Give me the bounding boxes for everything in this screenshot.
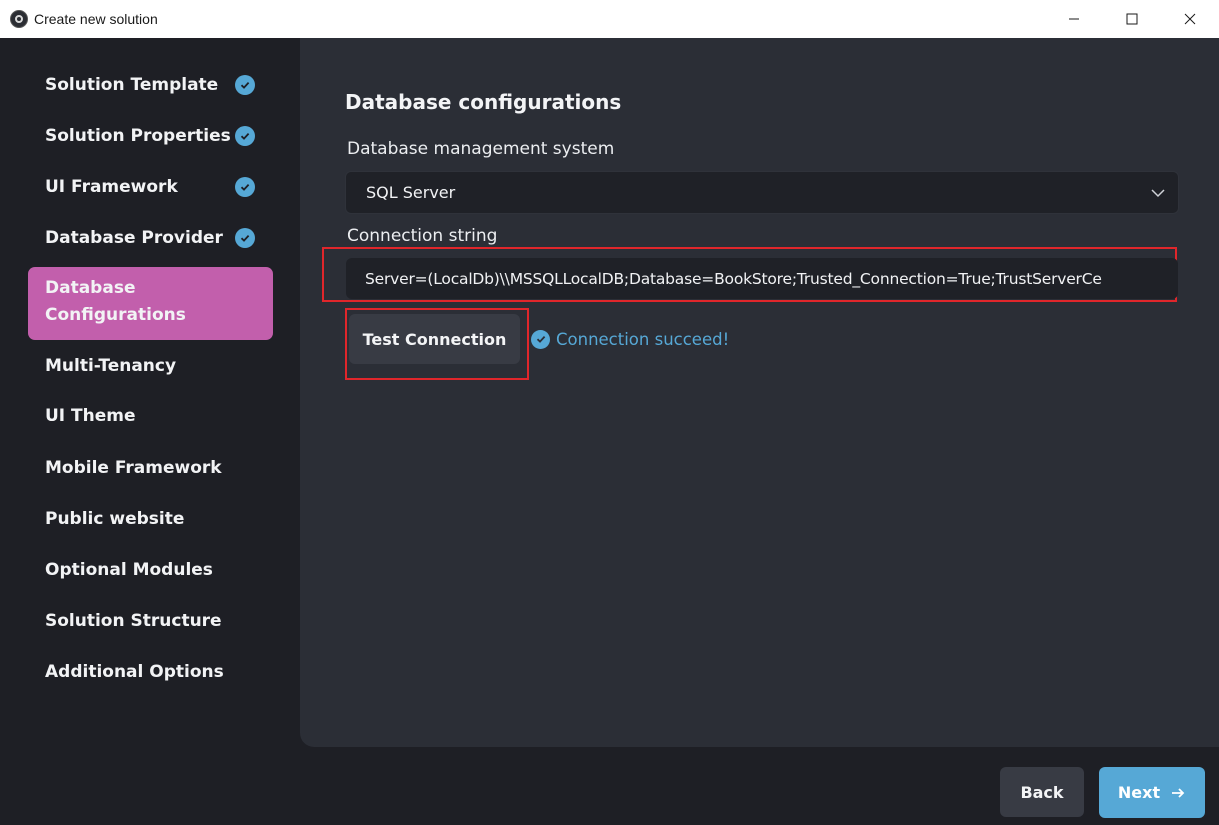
next-button[interactable]: Next — [1099, 767, 1205, 818]
check-icon — [235, 177, 255, 197]
sidebar-item-database-configurations[interactable]: Database Configurations — [28, 267, 273, 340]
sidebar-item-label: Database Provider — [45, 228, 223, 248]
connection-status: Connection succeed! — [531, 328, 729, 350]
title-bar: Create new solution — [0, 0, 1219, 38]
sidebar-item-label: Database Configurations — [45, 278, 186, 325]
sidebar-item-public-website[interactable]: Public website — [28, 508, 273, 530]
close-icon[interactable] — [1161, 0, 1219, 38]
connection-string-label: Connection string — [347, 226, 498, 246]
sidebar-item-label: UI Framework — [45, 177, 178, 197]
sidebar-item-label: Solution Properties — [45, 126, 231, 146]
sidebar-item-ui-framework[interactable]: UI Framework — [28, 176, 273, 198]
sidebar-item-solution-structure[interactable]: Solution Structure — [28, 610, 273, 632]
dbms-label: Database management system — [347, 139, 615, 159]
sidebar-item-label: Solution Structure — [45, 611, 222, 631]
sidebar-item-label: Public website — [45, 509, 185, 529]
maximize-icon[interactable] — [1103, 0, 1161, 38]
sidebar-item-label: Additional Options — [45, 662, 224, 682]
sidebar-item-ui-theme[interactable]: UI Theme — [28, 405, 273, 427]
chevron-down-icon — [1151, 189, 1165, 198]
minimize-icon[interactable] — [1045, 0, 1103, 38]
main-panel: Database configurations Database managem… — [300, 38, 1219, 747]
wizard-sidebar: Solution Template Solution Properties UI… — [0, 38, 300, 825]
page-title: Database configurations — [345, 90, 622, 114]
sidebar-item-label: UI Theme — [45, 406, 136, 426]
sidebar-item-additional-options[interactable]: Additional Options — [28, 661, 273, 683]
back-button-label: Back — [1020, 782, 1064, 802]
check-icon — [235, 228, 255, 248]
check-icon — [235, 75, 255, 95]
test-connection-button[interactable]: Test Connection — [349, 314, 520, 364]
sidebar-item-optional-modules[interactable]: Optional Modules — [28, 559, 273, 581]
connection-string-input[interactable]: Server=(LocalDb)\\MSSQLLocalDB;Database=… — [346, 258, 1178, 299]
sidebar-item-label: Optional Modules — [45, 560, 213, 580]
check-icon — [531, 329, 550, 349]
app-logo-icon — [10, 10, 28, 28]
next-button-label: Next — [1117, 783, 1161, 802]
window-controls — [1045, 0, 1219, 38]
status-text: Connection succeed! — [556, 329, 730, 349]
dbms-select[interactable]: SQL Server — [345, 171, 1179, 214]
sidebar-item-solution-template[interactable]: Solution Template — [28, 74, 273, 96]
back-button[interactable]: Back — [1000, 767, 1084, 817]
sidebar-item-solution-properties[interactable]: Solution Properties — [28, 125, 273, 147]
check-icon — [235, 126, 255, 146]
dbms-selected-value: SQL Server — [366, 183, 456, 202]
sidebar-item-label: Solution Template — [45, 75, 219, 95]
window-title: Create new solution — [34, 11, 158, 27]
sidebar-item-label: Multi-Tenancy — [45, 356, 177, 376]
arrow-right-icon — [1172, 787, 1185, 798]
sidebar-item-mobile-framework[interactable]: Mobile Framework — [28, 457, 273, 479]
sidebar-item-database-provider[interactable]: Database Provider — [28, 227, 273, 249]
sidebar-item-multi-tenancy[interactable]: Multi-Tenancy — [28, 355, 273, 377]
sidebar-item-label: Mobile Framework — [45, 458, 222, 478]
